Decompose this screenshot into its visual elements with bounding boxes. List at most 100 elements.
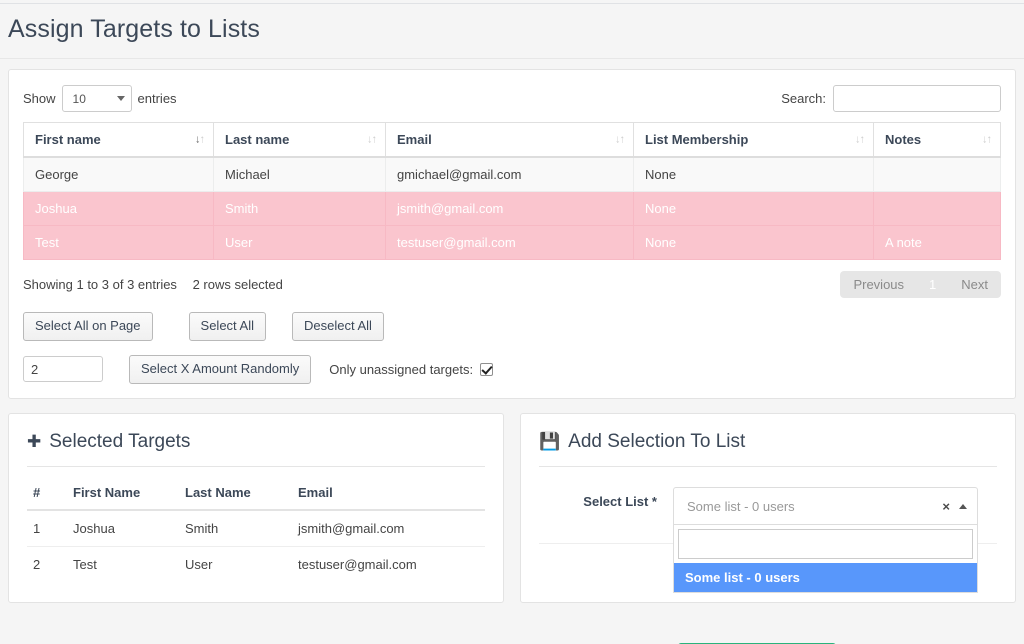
panel-title-text: Add Selection To List bbox=[568, 430, 746, 452]
chevron-up-icon[interactable] bbox=[959, 503, 967, 509]
column-header-first-name[interactable]: First name ↓↑ bbox=[23, 122, 214, 158]
page-length-control: Show 10 entries bbox=[23, 85, 177, 112]
entries-select-value: 10 bbox=[72, 91, 86, 106]
datatable-footer: Showing 1 to 3 of 3 entries 2 rows selec… bbox=[23, 271, 1001, 298]
close-icon[interactable]: × bbox=[942, 499, 950, 514]
table-header-row: First name ↓↑ Last name ↓↑ Email ↓↑ List… bbox=[23, 122, 1001, 158]
show-label: Show bbox=[23, 91, 56, 106]
table-info: Showing 1 to 3 of 3 entries 2 rows selec… bbox=[23, 277, 283, 292]
pagination-next[interactable]: Next bbox=[948, 271, 1001, 298]
selected-targets-panel: ✚ Selected Targets # First Name Last Nam… bbox=[8, 412, 504, 604]
showing-entries-text: Showing 1 to 3 of 3 entries bbox=[23, 277, 177, 292]
divider bbox=[539, 466, 997, 468]
table-header-row: # First Name Last Name Email bbox=[27, 477, 485, 512]
select-list-dropdown: Some list - 0 users bbox=[673, 525, 978, 594]
cell-notes bbox=[873, 191, 1001, 226]
cell-list-membership: None bbox=[633, 191, 874, 226]
datatable-toolbar: Show 10 entries Search: bbox=[23, 82, 1001, 122]
select-all-on-page-button[interactable]: Select All on Page bbox=[23, 312, 153, 341]
pagination-previous[interactable]: Previous bbox=[840, 271, 917, 298]
selected-targets-title: ✚ Selected Targets bbox=[27, 430, 485, 455]
cell-email: testuser@gmail.com bbox=[292, 546, 485, 583]
divider bbox=[27, 466, 485, 468]
random-amount-input[interactable] bbox=[23, 356, 103, 383]
cell-first-name: Test bbox=[67, 546, 179, 583]
plus-icon: ✚ bbox=[27, 432, 42, 452]
random-select-row: Select X Amount Randomly Only unassigned… bbox=[23, 354, 1001, 384]
select-random-button[interactable]: Select X Amount Randomly bbox=[129, 354, 312, 384]
table-row[interactable]: Test User testuser@gmail.com None A note bbox=[23, 225, 1001, 260]
column-label: Last name bbox=[225, 132, 290, 147]
column-header-index: # bbox=[27, 477, 67, 512]
only-unassigned-control[interactable]: Only unassigned targets: bbox=[329, 361, 494, 377]
dropdown-search-input[interactable] bbox=[678, 529, 973, 560]
sort-icon: ↓↑ bbox=[367, 133, 377, 145]
only-unassigned-label: Only unassigned targets: bbox=[329, 361, 474, 377]
cell-email: gmichael@gmail.com bbox=[385, 156, 634, 192]
chevron-down-icon bbox=[116, 96, 125, 101]
column-label: List Membership bbox=[645, 132, 749, 147]
cell-first-name: Test bbox=[23, 225, 214, 260]
selected-targets-table: # First Name Last Name Email 1 Joshua Sm… bbox=[27, 477, 485, 583]
search-input[interactable] bbox=[833, 85, 1001, 112]
select-all-button[interactable]: Select All bbox=[188, 312, 267, 341]
column-header-last-name[interactable]: Last name ↓↑ bbox=[213, 122, 386, 158]
dropdown-results: Some list - 0 users bbox=[674, 563, 977, 593]
column-header-list-membership[interactable]: List Membership ↓↑ bbox=[633, 122, 874, 158]
column-label: Email bbox=[397, 132, 432, 147]
cell-first-name: George bbox=[23, 156, 214, 192]
page-root: Assign Targets to Lists Show 10 entries … bbox=[0, 0, 1024, 644]
cell-email: testuser@gmail.com bbox=[385, 225, 634, 260]
entries-select[interactable]: 10 bbox=[61, 85, 132, 112]
sort-icon: ↓↑ bbox=[982, 133, 992, 145]
add-selection-title: 💾 Add Selection To List bbox=[539, 430, 997, 455]
cell-last-name: Smith bbox=[213, 191, 386, 226]
column-header-last-name: Last Name bbox=[179, 477, 292, 512]
column-label: First name bbox=[35, 132, 101, 147]
cell-last-name: Smith bbox=[185, 521, 219, 537]
select-list-combobox[interactable]: Some list - 0 users × bbox=[673, 487, 978, 526]
select-list-label: Select List * bbox=[583, 494, 657, 510]
page-header: Assign Targets to Lists bbox=[0, 4, 1024, 59]
add-selection-to-list-panel: 💾 Add Selection To List Select List * So… bbox=[520, 412, 1016, 644]
panel-title-text: Selected Targets bbox=[49, 430, 191, 452]
pagination-page-1[interactable]: 1 bbox=[917, 271, 948, 298]
cell-last-name: User bbox=[213, 225, 386, 260]
table-row[interactable]: George Michael gmichael@gmail.com None bbox=[23, 156, 1001, 192]
dropdown-option-some-list[interactable]: Some list - 0 users bbox=[674, 563, 977, 593]
cell-email: jsmith@gmail.com bbox=[298, 521, 405, 537]
cell-index: 1 bbox=[33, 521, 41, 537]
cell-list-membership: None bbox=[633, 225, 874, 260]
cell-first-name: Joshua bbox=[23, 191, 214, 226]
table-row: 2 Test User testuser@gmail.com bbox=[27, 546, 485, 583]
targets-table: First name ↓↑ Last name ↓↑ Email ↓↑ List… bbox=[23, 122, 1001, 260]
cell-list-membership: None bbox=[633, 156, 874, 192]
deselect-all-button[interactable]: Deselect All bbox=[292, 312, 384, 341]
bulk-select-buttons: Select All on Page Select All Deselect A… bbox=[23, 312, 1001, 341]
entries-label: entries bbox=[137, 91, 177, 106]
select-list-value: Some list - 0 users bbox=[687, 498, 795, 514]
table-row: 1 Joshua Smith jsmith@gmail.com bbox=[27, 510, 485, 547]
select-list-widget: Some list - 0 users × Some list - 0 user… bbox=[673, 487, 978, 644]
table-row[interactable]: Joshua Smith jsmith@gmail.com None bbox=[23, 191, 1001, 226]
column-header-email: Email bbox=[292, 477, 485, 512]
rows-selected-text: 2 rows selected bbox=[192, 277, 283, 292]
column-header-notes[interactable]: Notes ↓↑ bbox=[873, 122, 1001, 158]
column-header-email[interactable]: Email ↓↑ bbox=[385, 122, 634, 158]
cell-notes bbox=[873, 156, 1001, 192]
pagination: Previous 1 Next bbox=[840, 271, 1001, 298]
column-label: Notes bbox=[885, 132, 922, 147]
cell-notes: A note bbox=[873, 225, 1001, 260]
cell-last-name: User bbox=[179, 546, 292, 583]
sort-icon: ↓↑ bbox=[855, 133, 865, 145]
search-label: Search: bbox=[781, 91, 826, 106]
cell-index: 2 bbox=[27, 546, 67, 583]
select-list-form-row: Select List * Some list - 0 users × Some… bbox=[539, 477, 997, 644]
cell-first-name: Joshua bbox=[73, 521, 115, 537]
targets-datatable-card: Show 10 entries Search: First name ↓↑ La… bbox=[8, 69, 1016, 399]
sort-icon: ↓↑ bbox=[615, 133, 625, 145]
floppy-save-icon: 💾 bbox=[539, 432, 561, 452]
only-unassigned-checkbox[interactable] bbox=[480, 362, 494, 376]
dropdown-search-wrap bbox=[674, 525, 977, 563]
column-header-first-name: First Name bbox=[67, 477, 179, 512]
